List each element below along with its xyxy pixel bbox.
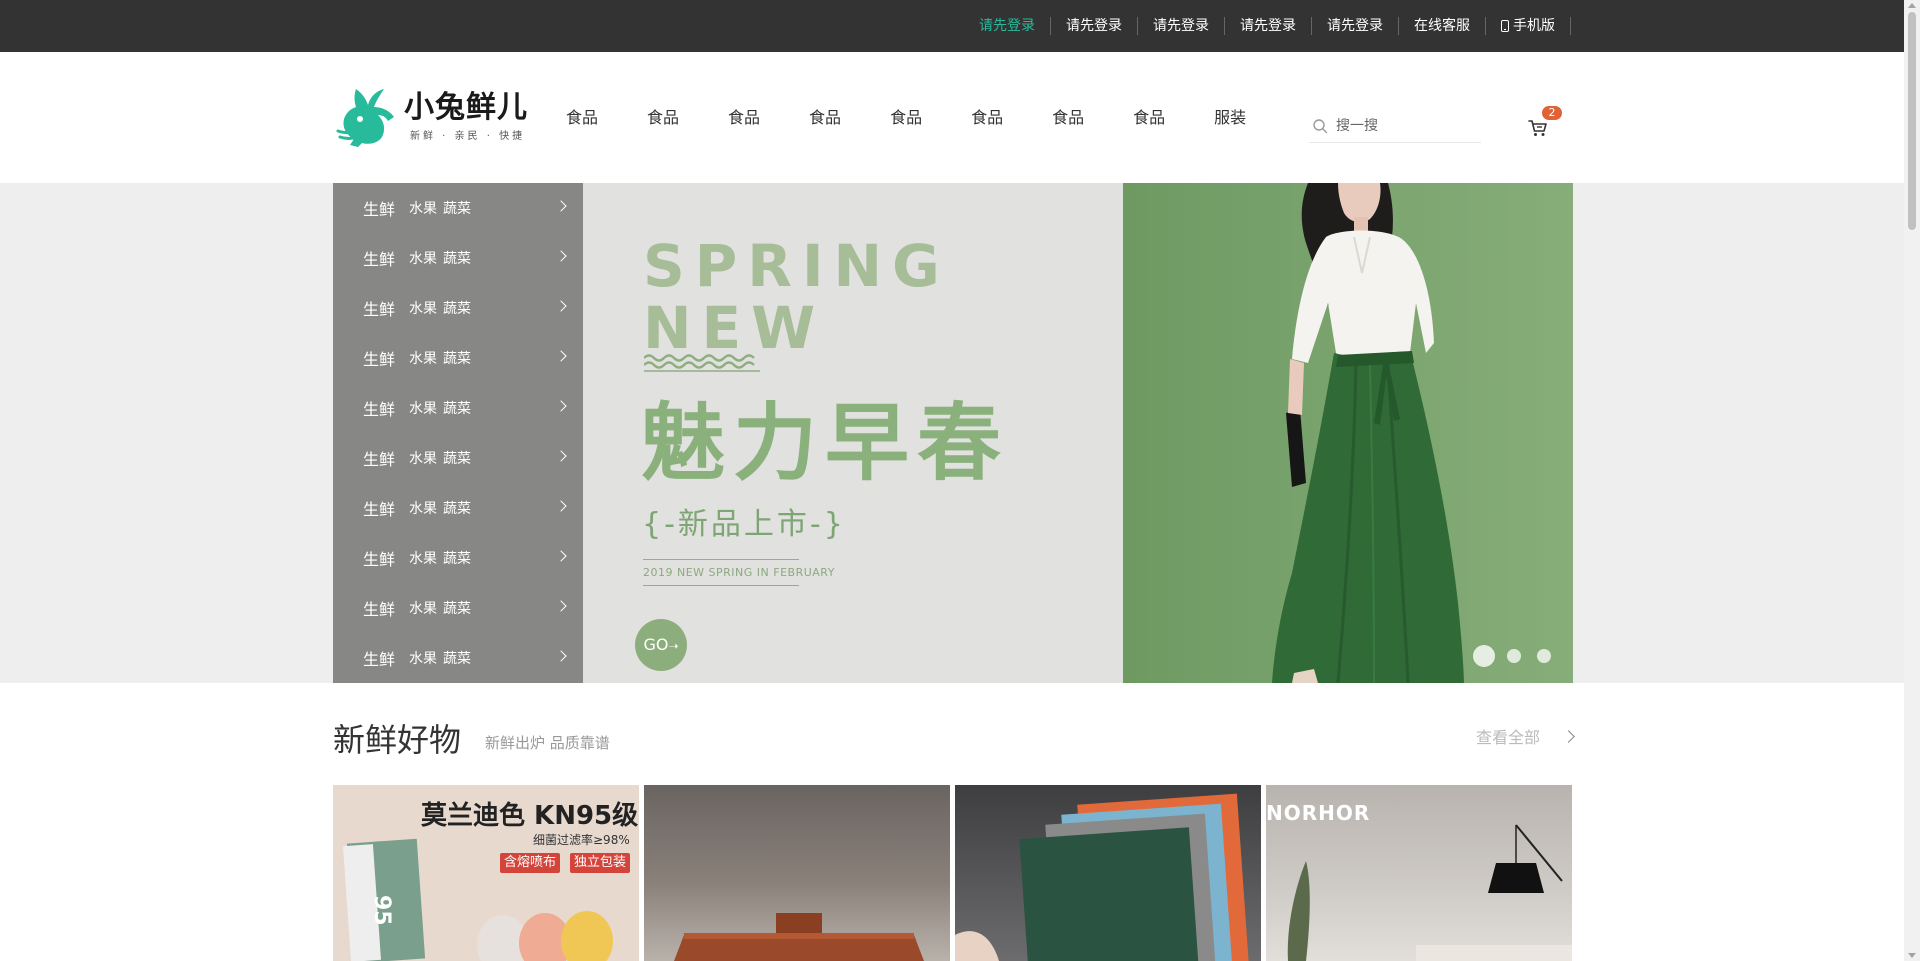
- wooden-box-image: [674, 913, 924, 961]
- cart-count-badge: 2: [1542, 106, 1562, 120]
- cart-button[interactable]: 2: [1527, 106, 1562, 140]
- logo-title: 小兔鲜儿: [404, 89, 528, 125]
- banner-inner: SPRING NEW 魅力早春 {-新品上市-} 2019 NEW SPRING…: [333, 183, 1573, 683]
- section-title: 新鲜好物: [333, 721, 462, 759]
- category-item[interactable]: 生鲜 水果 蔬菜: [333, 633, 583, 683]
- carousel-dot-1[interactable]: [1473, 645, 1495, 667]
- mobile-version-link[interactable]: 手机版: [1486, 17, 1571, 35]
- search-input[interactable]: [1336, 117, 1476, 134]
- chevron-right-icon: [555, 250, 567, 262]
- section-header: 新鲜好物 新鲜出炉 品质靠谱 查看全部: [333, 710, 1575, 760]
- logo-text: 小兔鲜儿 新鲜 · 亲民 · 快捷: [404, 89, 528, 142]
- scroll-thumb[interactable]: [1908, 12, 1916, 230]
- chevron-right-icon: [555, 200, 567, 212]
- banner-area: SPRING NEW 魅力早春 {-新品上市-} 2019 NEW SPRING…: [0, 183, 1904, 683]
- category-item[interactable]: 生鲜 水果 蔬菜: [333, 183, 583, 233]
- main-nav: 食品 食品 食品 食品 食品 食品 食品 食品 服装: [566, 52, 1295, 183]
- category-item[interactable]: 生鲜 水果 蔬菜: [333, 433, 583, 483]
- nav-item-food[interactable]: 食品: [1133, 108, 1165, 128]
- carousel-dot-3[interactable]: [1537, 649, 1551, 663]
- category-item[interactable]: 生鲜 水果 蔬菜: [333, 233, 583, 283]
- category-item[interactable]: 生鲜 水果 蔬菜: [333, 333, 583, 383]
- category-item[interactable]: 生鲜 水果 蔬菜: [333, 583, 583, 633]
- nav-item-food[interactable]: 食品: [971, 108, 1003, 128]
- logo-slogan: 新鲜 · 亲民 · 快捷: [410, 130, 526, 142]
- nav-item-food[interactable]: 食品: [1052, 108, 1084, 128]
- top-bar: 请先登录 请先登录 请先登录 请先登录 请先登录 在线客服 手机版: [0, 0, 1904, 52]
- login-link[interactable]: 请先登录: [1051, 17, 1138, 35]
- logo[interactable]: 小兔鲜儿 新鲜 · 亲民 · 快捷: [336, 80, 532, 152]
- svg-text:95: 95: [369, 895, 394, 926]
- product-list: 莫兰迪色 KN95级 细菌过滤率≥98% 含熔喷布 独立包装 95 NORHOR: [333, 785, 1573, 961]
- carousel-dot-2[interactable]: [1507, 649, 1521, 663]
- slide-en-title: SPRING NEW: [643, 232, 950, 362]
- nav-item-clothing[interactable]: 服装: [1214, 108, 1246, 128]
- go-button[interactable]: GO➝: [635, 619, 687, 671]
- product-card-box[interactable]: [644, 785, 950, 961]
- view-all-link[interactable]: 查看全部: [1476, 724, 1575, 748]
- product-card-notebook[interactable]: [955, 785, 1261, 961]
- floor-lamp-image: [1287, 824, 1572, 961]
- search-box: [1309, 109, 1481, 143]
- chevron-right-icon: [555, 600, 567, 612]
- slide-en-subtitle: 2019 NEW SPRING IN FEBRUARY: [643, 559, 834, 586]
- chevron-right-icon: [555, 500, 567, 512]
- category-item[interactable]: 生鲜 水果 蔬菜: [333, 283, 583, 333]
- page-scrollbar[interactable]: [1904, 0, 1920, 961]
- nav-item-food[interactable]: 食品: [566, 108, 598, 128]
- cart-icon: [1528, 120, 1547, 136]
- chevron-right-icon: [1562, 729, 1575, 743]
- chevron-right-icon: [555, 400, 567, 412]
- fashion-model-image: [1272, 183, 1464, 683]
- nav-item-food[interactable]: 食品: [809, 108, 841, 128]
- category-item[interactable]: 生鲜 水果 蔬菜: [333, 483, 583, 533]
- chevron-right-icon: [555, 650, 567, 662]
- product-card-mask[interactable]: 莫兰迪色 KN95级 细菌过滤率≥98% 含熔喷布 独立包装 95: [333, 785, 639, 961]
- chevron-right-icon: [555, 300, 567, 312]
- chevron-right-icon: [555, 550, 567, 562]
- customer-service-link[interactable]: 在线客服: [1399, 17, 1486, 35]
- mask-package-image: 95: [342, 838, 613, 961]
- search-icon: [1313, 118, 1328, 133]
- topbar-links: 请先登录 请先登录 请先登录 请先登录 请先登录 在线客服 手机版: [964, 0, 1571, 52]
- slide-cn-subtitle: {-新品上市-}: [642, 507, 846, 542]
- login-link[interactable]: 请先登录: [1312, 17, 1399, 35]
- section-subtitle: 新鲜出炉 品质靠谱: [485, 734, 610, 752]
- category-menu: 生鲜 水果 蔬菜 生鲜 水果 蔬菜 生鲜 水果 蔬菜 生鲜 水果 蔬菜 生鲜 水…: [333, 183, 583, 683]
- product-card-lamp[interactable]: NORHOR: [1266, 785, 1572, 961]
- slide-cn-title: 魅力早春: [641, 394, 1010, 492]
- chevron-right-icon: [555, 350, 567, 362]
- login-link[interactable]: 请先登录: [1138, 17, 1225, 35]
- chevron-right-icon: [555, 450, 567, 462]
- nav-item-food[interactable]: 食品: [647, 108, 679, 128]
- header: 小兔鲜儿 新鲜 · 亲民 · 快捷 食品 食品 食品 食品 食品 食品 食品 食…: [0, 52, 1904, 183]
- login-link[interactable]: 请先登录: [1225, 17, 1312, 35]
- notebook-image: [955, 793, 1249, 961]
- nav-item-food[interactable]: 食品: [890, 108, 922, 128]
- wave-decoration: [644, 354, 760, 372]
- login-link[interactable]: 请先登录: [964, 17, 1051, 35]
- phone-icon: [1501, 20, 1509, 32]
- category-item[interactable]: 生鲜 水果 蔬菜: [333, 533, 583, 583]
- nav-item-food[interactable]: 食品: [728, 108, 760, 128]
- rabbit-logo-icon: [336, 89, 394, 147]
- category-item[interactable]: 生鲜 水果 蔬菜: [333, 383, 583, 433]
- carousel-dots: [1473, 645, 1567, 667]
- scroll-down-arrow-icon[interactable]: [1908, 953, 1916, 958]
- scroll-up-arrow-icon[interactable]: [1908, 3, 1916, 8]
